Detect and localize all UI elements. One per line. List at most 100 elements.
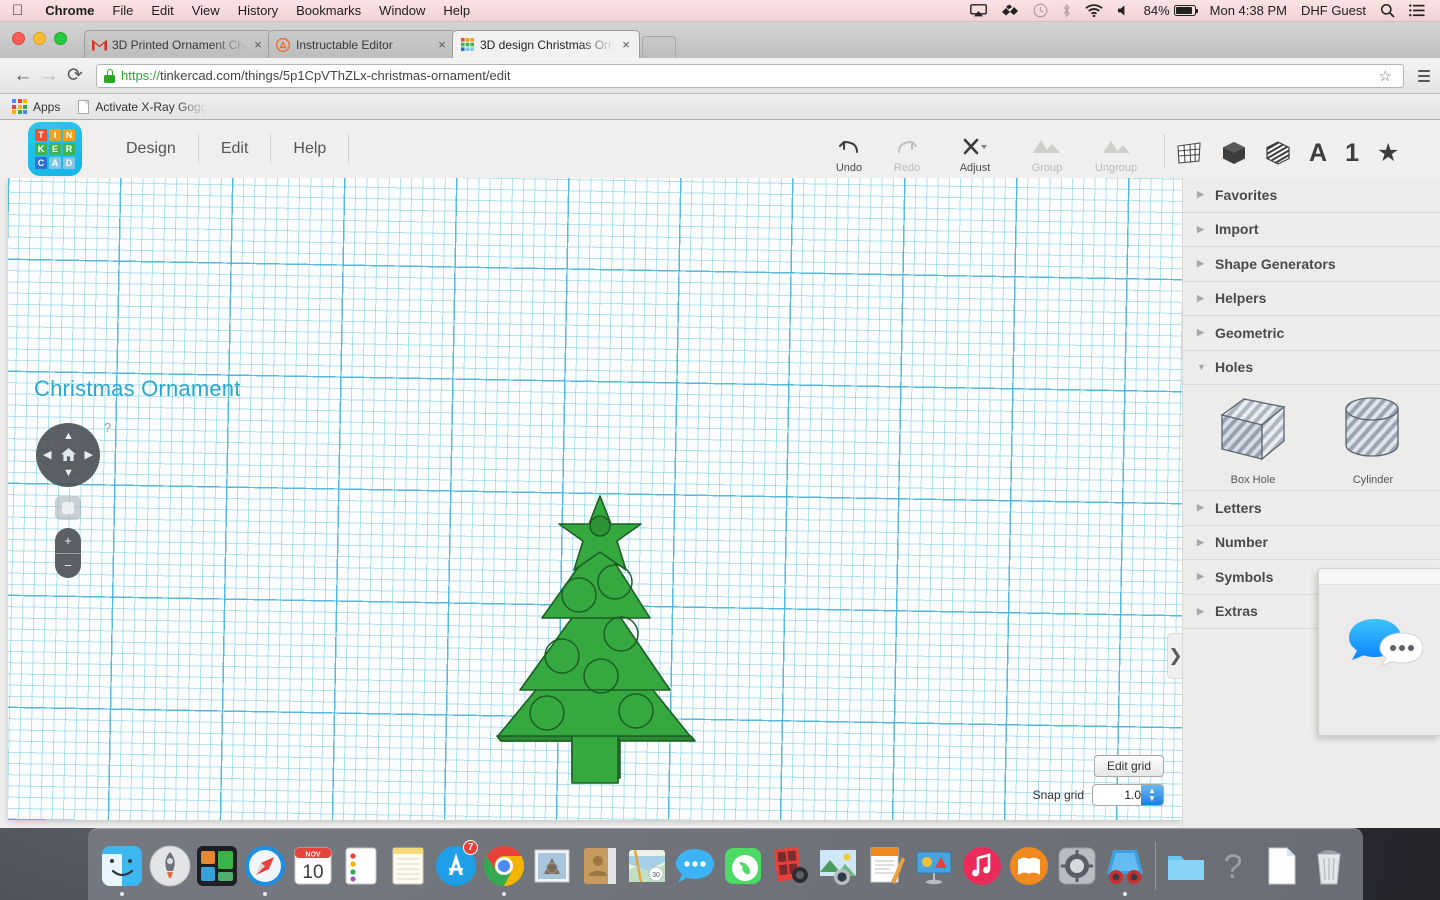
hole-cube-icon[interactable] <box>1265 140 1291 166</box>
tab-close-icon[interactable]: × <box>435 37 449 52</box>
battery-status[interactable]: 84% <box>1137 3 1203 18</box>
wifi-icon[interactable] <box>1078 4 1110 17</box>
browser-tab-tinkercad[interactable]: 3D design Christmas Orna × <box>452 30 640 58</box>
user-account-label[interactable]: DHF Guest <box>1294 3 1373 18</box>
number-icon[interactable]: 1 <box>1345 140 1359 166</box>
menu-help[interactable]: Help <box>271 134 350 164</box>
pan-down-icon[interactable]: ▼ <box>63 468 74 479</box>
favorites-star-icon[interactable]: ★ <box>1377 140 1399 166</box>
close-window-button[interactable] <box>12 32 25 45</box>
dock-item-itunes[interactable] <box>958 842 1006 896</box>
sidebar-item-number[interactable]: ▶ Number <box>1183 526 1440 560</box>
dock-item-maps[interactable]: 30 <box>623 842 671 896</box>
pan-up-icon[interactable]: ▲ <box>63 431 74 442</box>
stepper-down-icon[interactable]: ▼ <box>1148 795 1156 803</box>
group-button[interactable]: Group <box>1014 134 1080 174</box>
bluetooth-icon[interactable] <box>1055 3 1078 18</box>
volume-icon[interactable] <box>1110 4 1137 17</box>
zoom-controls[interactable]: + − <box>55 528 81 578</box>
dock-item-ibooks[interactable] <box>1006 842 1054 896</box>
view-navigation-pad[interactable]: ▲ ▼ ◀ ▶ <box>36 423 100 487</box>
dock-item-facetime[interactable] <box>719 842 767 896</box>
collapse-sidebar-chevron-icon[interactable]: ❯ <box>1167 633 1182 679</box>
menu-design[interactable]: Design <box>104 134 199 164</box>
spotlight-search-icon[interactable] <box>1373 3 1402 18</box>
dock-item-notes[interactable] <box>385 842 433 896</box>
home-view-icon[interactable] <box>57 443 79 465</box>
dock-item-finder-binoculars[interactable] <box>1101 842 1149 896</box>
menu-window[interactable]: Window <box>370 3 434 18</box>
dock-item-messages[interactable] <box>671 842 719 896</box>
menu-bookmarks[interactable]: Bookmarks <box>287 3 370 18</box>
fit-to-view-button[interactable] <box>55 496 81 520</box>
snap-grid-value[interactable]: 1.0 <box>1093 788 1141 802</box>
new-tab-button[interactable] <box>642 36 676 58</box>
tab-close-icon[interactable]: × <box>251 37 265 52</box>
menu-file[interactable]: File <box>103 3 142 18</box>
dock-item-help[interactable]: ? <box>1210 842 1258 896</box>
bookmark-xray-goggles[interactable]: Activate X-Ray Gogg <box>78 99 207 114</box>
bookmark-apps[interactable]: Apps <box>12 99 60 114</box>
zoom-window-button[interactable] <box>54 32 67 45</box>
menu-edit[interactable]: Edit <box>142 3 182 18</box>
browser-tab-instructables[interactable]: Instructable Editor × <box>268 30 456 58</box>
zoom-out-button[interactable]: − <box>55 554 81 579</box>
workplane-grid-icon[interactable] <box>1175 140 1203 166</box>
solid-cube-icon[interactable] <box>1221 140 1247 166</box>
snap-grid-stepper[interactable]: 1.0 ▲ ▼ <box>1092 784 1164 806</box>
dock-item-reminders[interactable] <box>337 842 385 896</box>
text-letter-icon[interactable]: A <box>1309 140 1327 166</box>
dock-item-safari[interactable] <box>241 842 289 896</box>
dock-item-document[interactable] <box>1257 842 1305 896</box>
sidebar-item-shape-generators[interactable]: ▶ Shape Generators <box>1183 247 1440 282</box>
dock-item-finder[interactable] <box>98 842 146 896</box>
sidebar-item-geometric[interactable]: ▶ Geometric <box>1183 316 1440 351</box>
zoom-in-button[interactable]: + <box>55 528 81 553</box>
messages-notification-popup[interactable] <box>1318 568 1440 736</box>
edit-grid-button[interactable]: Edit grid <box>1093 755 1164 777</box>
dock-item-trash[interactable] <box>1305 842 1353 896</box>
clock-label[interactable]: Mon 4:38 PM <box>1203 3 1294 18</box>
dock-item-photo-booth[interactable] <box>767 842 815 896</box>
dock-item-calendar[interactable]: NOV 10 <box>289 842 337 896</box>
dock-item-system-preferences[interactable] <box>1053 842 1101 896</box>
dock-item-launchpad[interactable] <box>146 842 194 896</box>
minimize-window-button[interactable] <box>33 32 46 45</box>
stepper-arrows[interactable]: ▲ ▼ <box>1141 785 1163 805</box>
dock-item-iphoto[interactable] <box>814 842 862 896</box>
dock-item-downloads-folder[interactable] <box>1162 842 1210 896</box>
apple-logo-icon[interactable]:  <box>0 3 36 18</box>
back-button[interactable]: ← <box>10 63 36 89</box>
address-bar[interactable]: https:// tinkercad.com/things/5p1CpVThZL… <box>96 63 1404 88</box>
redo-button[interactable]: Redo <box>878 134 936 174</box>
menu-history[interactable]: History <box>229 3 287 18</box>
undo-button[interactable]: Undo <box>820 134 878 174</box>
design-title[interactable]: Christmas Ornament <box>34 376 241 402</box>
shape-cylinder-hole[interactable]: Cylinder <box>1323 393 1423 486</box>
timemachine-icon[interactable] <box>1026 3 1055 18</box>
adjust-button[interactable]: Adjust <box>936 134 1014 174</box>
dock-item-mission-control[interactable] <box>194 842 242 896</box>
sidebar-item-helpers[interactable]: ▶ Helpers <box>1183 282 1440 316</box>
shape-box-hole[interactable]: Box Hole <box>1203 393 1303 486</box>
forward-button[interactable]: → <box>36 63 62 89</box>
menu-view[interactable]: View <box>183 3 229 18</box>
dock-item-keynote[interactable] <box>910 842 958 896</box>
dock-item-contacts[interactable] <box>576 842 624 896</box>
chrome-menu-icon[interactable] <box>1412 69 1430 82</box>
reload-button[interactable]: ⟳ <box>62 63 88 89</box>
dropbox-home-icon[interactable] <box>994 4 1026 17</box>
sidebar-item-import[interactable]: ▶ Import <box>1183 213 1440 247</box>
sidebar-item-holes[interactable]: ▼ Holes <box>1183 351 1440 385</box>
dock-item-pages[interactable] <box>862 842 910 896</box>
ungroup-button[interactable]: Ungroup <box>1080 134 1152 174</box>
dock-item-chrome[interactable] <box>480 842 528 896</box>
christmas-tree-ornament[interactable] <box>480 478 720 798</box>
sidebar-item-favorites[interactable]: ▶ Favorites <box>1183 178 1440 213</box>
airplay-icon[interactable] <box>963 4 994 17</box>
browser-tab-gmail[interactable]: 3D Printed Ornament Chal × <box>84 30 272 58</box>
pan-right-icon[interactable]: ▶ <box>85 450 93 461</box>
notification-center-icon[interactable] <box>1402 4 1432 17</box>
pan-left-icon[interactable]: ◀ <box>43 450 51 461</box>
tab-close-icon[interactable]: × <box>619 37 633 52</box>
